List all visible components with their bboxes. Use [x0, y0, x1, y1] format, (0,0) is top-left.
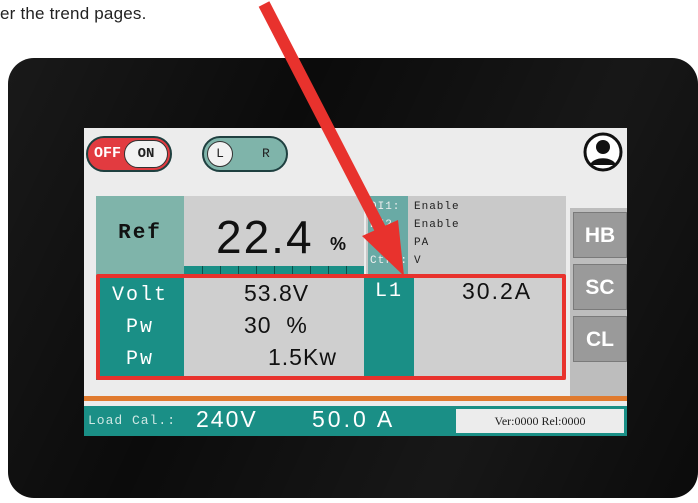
power-off-label: OFF: [94, 145, 122, 162]
side-toggle[interactable]: L R: [202, 136, 288, 172]
side-left-knob: L: [207, 141, 233, 167]
di1-value: Enable: [414, 201, 460, 213]
ref-label-block: Ref: [96, 196, 184, 276]
caption-text: er the trend pages.: [0, 4, 147, 23]
cur-value: PA: [414, 237, 430, 249]
ref-value: 22.4: [216, 211, 314, 263]
load-cal-label: Load Cal.:: [88, 413, 177, 428]
load-current: 50.0 A: [312, 406, 396, 432]
version-info: Ver:0000 Rel:0000: [456, 409, 624, 433]
ref-value-block: 22.4 %: [184, 196, 364, 276]
orange-divider: [84, 396, 627, 401]
cl-button[interactable]: CL: [573, 316, 627, 362]
user-icon[interactable]: [583, 132, 623, 172]
hb-button[interactable]: HB: [573, 212, 627, 258]
cur-name: Cur:: [370, 237, 401, 249]
power-on-knob: ON: [124, 140, 168, 168]
ctrl-value: V: [414, 255, 422, 267]
sc-button[interactable]: SC: [573, 264, 627, 310]
load-voltage: 240V: [196, 406, 258, 432]
side-right-label: R: [262, 146, 270, 161]
di2-name: DI2:: [370, 219, 401, 231]
ctrl-name: Ctrl:: [370, 255, 409, 267]
side-button-panel: HB SC CL: [570, 208, 627, 398]
ref-label: Ref: [118, 222, 162, 245]
highlight-box: [96, 274, 566, 380]
di2-value: Enable: [414, 219, 460, 231]
status-bar: Load Cal.: 240V 50.0 A Ver:0000 Rel:0000: [84, 406, 627, 436]
power-toggle[interactable]: OFF ON: [86, 136, 172, 172]
di1-name: DI1:: [370, 201, 401, 213]
ref-unit: %: [330, 234, 347, 254]
hmi-screen: OFF ON L R Ref 22.4 % DI1: Enable DI2: E…: [84, 128, 627, 436]
